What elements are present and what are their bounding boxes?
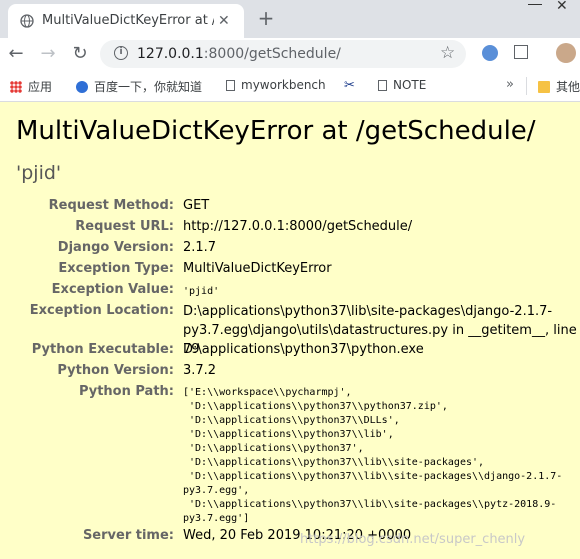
python-path-line: py3.7.egg', <box>183 485 250 496</box>
exception-value-heading: 'pjid' <box>16 162 62 184</box>
python-path-line: 'D:\\applications\\python37\\lib\\site-p… <box>183 499 557 510</box>
page-icon <box>226 80 235 91</box>
bookmarks-divider <box>526 77 527 95</box>
bookmark-note[interactable]: NOTE <box>378 78 426 92</box>
bookmark-myworkbench[interactable]: myworkbench <box>226 78 326 92</box>
scissors-icon: ✂ <box>344 78 355 93</box>
browser-tab[interactable]: MultiValueDictKeyError at /get ✕ <box>8 4 244 38</box>
meta-value: D:\applications\python37\python.exe <box>183 342 424 357</box>
bookmark-star-icon[interactable]: ☆ <box>440 43 455 63</box>
bookmark-baidu[interactable]: 百度一下，你就知道 <box>76 78 202 95</box>
extension-icon[interactable] <box>482 45 498 61</box>
bookmark-other[interactable]: 其他 <box>538 78 580 95</box>
avatar[interactable] <box>556 43 576 63</box>
forward-button[interactable]: → <box>36 42 60 66</box>
bookmark-apps[interactable]: 应用 <box>10 78 52 95</box>
python-path-line: 'D:\\applications\\python37\\lib\\site-p… <box>183 471 563 482</box>
python-path-list: ['E:\\workspace\\pycharmpj', 'D:\\applic… <box>183 386 562 526</box>
python-path-line: 'D:\\applications\\python37\\lib', <box>183 429 394 440</box>
error-summary: MultiValueDictKeyError at /getSchedule/ … <box>0 102 580 559</box>
bookmarks-bar: 应用 百度一下，你就知道 myworkbench ✂ NOTE » 其他 <box>0 71 580 102</box>
new-tab-button[interactable]: + <box>254 6 278 30</box>
meta-label: Server time: <box>82 528 174 543</box>
info-icon[interactable]: i <box>114 46 128 60</box>
meta-label: Python Executable: <box>31 342 174 357</box>
meta-label: Python Version: <box>57 363 174 378</box>
meta-label: Django Version: <box>57 240 174 255</box>
meta-value: 2.1.7 <box>183 240 217 255</box>
globe-icon <box>20 14 34 28</box>
meta-value: 'pjid' <box>183 286 220 297</box>
page-icon <box>378 80 387 91</box>
folder-icon <box>538 81 550 93</box>
meta-label: Request Method: <box>48 198 174 213</box>
qr-code-icon[interactable] <box>514 45 528 59</box>
tab-strip: MultiValueDictKeyError at /get ✕ + ✕ <box>0 0 580 38</box>
meta-label: Exception Location: <box>29 303 174 318</box>
python-path-line: 'D:\\applications\\python37\\DLLs', <box>183 415 400 426</box>
python-path-line: 'D:\\applications\\python37\\lib\\site-p… <box>183 457 485 468</box>
meta-label: Request URL: <box>75 219 174 234</box>
baidu-paw-icon <box>76 81 88 93</box>
tab-title: MultiValueDictKeyError at /get <box>42 13 214 28</box>
close-tab-icon[interactable]: ✕ <box>218 13 230 29</box>
python-path-line: 'D:\\applications\\python37', <box>183 443 364 454</box>
meta-value: GET <box>183 198 210 213</box>
reload-button[interactable]: ↻ <box>68 42 92 66</box>
minimize-window-button[interactable] <box>520 0 550 10</box>
python-path-line: 'D:\\applications\\python37\\python37.zi… <box>183 401 448 412</box>
python-path-line: py3.7.egg'] <box>183 513 250 524</box>
page-title: MultiValueDictKeyError at /getSchedule/ <box>16 116 536 146</box>
bookmark-x[interactable]: ✂ <box>344 78 361 93</box>
url-text[interactable]: 127.0.0.1:8000/getSchedule/ <box>137 46 341 62</box>
python-path-line: ['E:\\workspace\\pycharmpj', <box>183 387 352 398</box>
apps-icon <box>10 81 22 93</box>
meta-value: http://127.0.0.1:8000/getSchedule/ <box>183 219 413 234</box>
meta-label: Exception Value: <box>51 282 174 297</box>
meta-value: MultiValueDictKeyError <box>183 261 332 276</box>
close-window-button[interactable]: ✕ <box>556 0 568 14</box>
meta-value: 3.7.2 <box>183 363 217 378</box>
meta-label: Python Path: <box>78 384 174 399</box>
watermark: https://blog.csdn.net/super_chenly <box>300 532 526 547</box>
address-bar[interactable]: i 127.0.0.1:8000/getSchedule/ ☆ <box>100 40 466 68</box>
meta-label: Exception Type: <box>58 261 174 276</box>
back-button[interactable]: ← <box>4 42 28 66</box>
more-bookmarks-icon[interactable]: » <box>506 77 514 92</box>
